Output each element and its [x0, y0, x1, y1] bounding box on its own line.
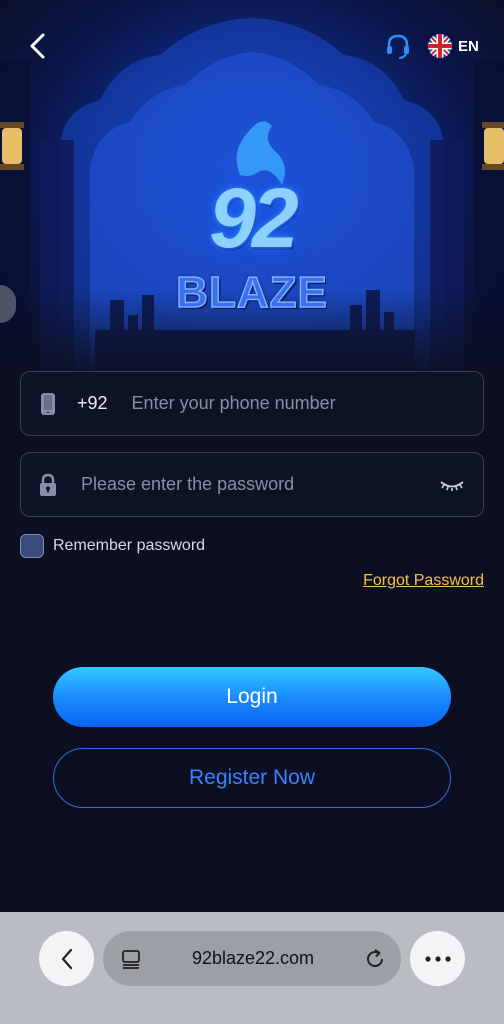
login-button[interactable]: Login: [53, 667, 451, 727]
country-code-prefix[interactable]: +92: [77, 393, 108, 414]
lantern-left: [0, 122, 24, 170]
chevron-left-icon: [61, 948, 72, 969]
brand-logo-word: BLAZE: [175, 267, 328, 318]
lock-icon: [35, 473, 61, 497]
remember-checkbox[interactable]: [20, 534, 44, 558]
language-label: EN: [458, 37, 479, 55]
lantern-right: [482, 122, 504, 170]
password-field: [20, 452, 484, 517]
browser-more-button[interactable]: [410, 931, 465, 986]
register-button[interactable]: Register Now: [53, 748, 451, 808]
customer-support-button[interactable]: [384, 32, 412, 60]
forgot-password-link[interactable]: Forgot Password: [363, 572, 484, 590]
headset-icon: [387, 34, 409, 59]
phone-icon: [35, 392, 61, 416]
phone-field: +92: [20, 371, 484, 436]
page-menu-icon[interactable]: [121, 948, 143, 970]
remember-password-toggle[interactable]: Remember password: [20, 534, 205, 558]
login-page: 92 BLAZE EN +92 Enter your phone number …: [0, 0, 504, 1024]
url-text: 92blaze22.com: [191, 948, 315, 968]
phone-input[interactable]: [131, 393, 483, 414]
brand-logo-number: 92: [209, 171, 298, 265]
back-button[interactable]: [20, 30, 56, 62]
more-dots-icon: [424, 955, 451, 962]
eye-closed-icon[interactable]: [437, 477, 467, 493]
uk-flag-icon: [428, 34, 452, 58]
password-input[interactable]: [81, 474, 437, 495]
language-selector[interactable]: EN: [428, 34, 479, 58]
reload-icon[interactable]: [363, 947, 387, 971]
remember-label: Remember password: [53, 537, 206, 554]
browser-back-button[interactable]: [39, 931, 94, 986]
chevron-left-icon: [30, 33, 45, 59]
address-bar[interactable]: 92blaze22.com: [103, 931, 401, 986]
